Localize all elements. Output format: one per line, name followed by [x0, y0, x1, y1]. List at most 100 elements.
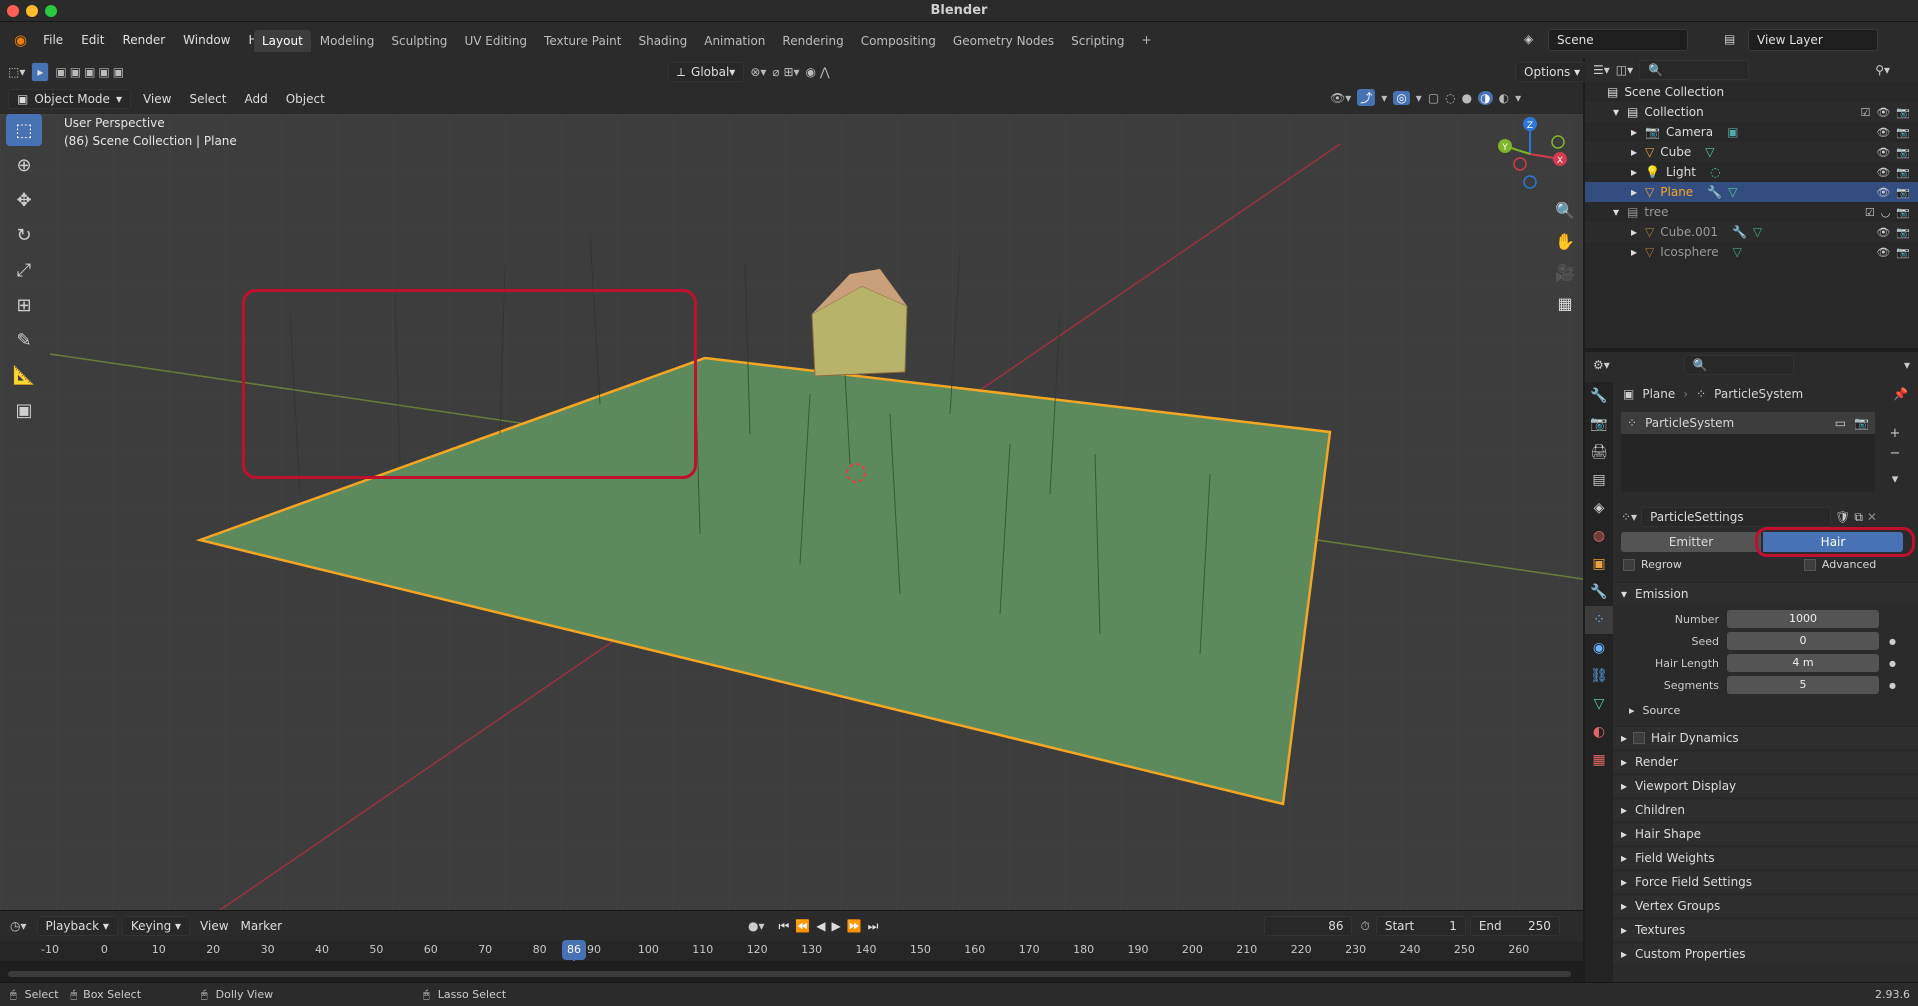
outliner-row-cube[interactable]: ▸ ▽ Cube ▽ 👁 📷 — [1585, 142, 1918, 162]
emission-panel-header[interactable]: ▾ Emission — [1613, 582, 1918, 604]
transform-orientation-dropdown[interactable]: ⟂ Global ▾ — [668, 62, 745, 82]
menu-window[interactable]: Window — [175, 30, 238, 50]
render-camera-icon[interactable]: 📷 — [1896, 206, 1910, 219]
annotate-tool-icon[interactable]: ✎ — [6, 324, 42, 356]
texture-tab-icon[interactable]: ▦ — [1585, 746, 1613, 774]
outliner-scene-collection[interactable]: ▤ Scene Collection — [1585, 82, 1918, 102]
tab-rendering[interactable]: Rendering — [774, 30, 851, 52]
outliner-search-input[interactable]: 🔍 — [1639, 60, 1750, 80]
eye-icon[interactable]: 👁 — [1876, 146, 1890, 159]
tab-modeling[interactable]: Modeling — [312, 30, 383, 52]
properties-editor-icon[interactable]: ⚙▾ — [1593, 358, 1610, 372]
render-camera-icon[interactable]: 📷 — [1896, 226, 1910, 239]
include-checkbox-icon[interactable]: ☑ — [1860, 106, 1870, 119]
particle-settings-name-field[interactable]: ParticleSettings — [1641, 507, 1832, 527]
gizmo-toggle-icon[interactable]: ⤴ — [1357, 89, 1376, 106]
eye-icon[interactable]: 👁 — [1876, 166, 1890, 179]
force-field-settings-panel[interactable]: ▸ Force Field Settings — [1613, 870, 1918, 892]
textures-panel[interactable]: ▸ Textures — [1613, 918, 1918, 940]
constraints-tab-icon[interactable]: ⛓ — [1585, 662, 1613, 690]
measure-tool-icon[interactable]: 📐 — [6, 359, 42, 391]
wireframe-shading-icon[interactable]: ◌ — [1445, 91, 1455, 105]
render-camera-icon[interactable]: 📷 — [1896, 166, 1910, 179]
render-camera-icon[interactable]: 📷 — [1896, 186, 1910, 199]
keyframe-dot-icon[interactable]: ● — [1889, 659, 1896, 668]
outliner-row-tree[interactable]: ▾ ▤ tree ☑ ◡ 📷 — [1585, 202, 1918, 222]
xray-icon[interactable]: ▢ — [1428, 91, 1439, 105]
selection-set-icon[interactable]: ▣▣▣▣▣ — [55, 65, 127, 79]
tab-compositing[interactable]: Compositing — [853, 30, 944, 52]
start-frame-field[interactable]: Start 1 — [1375, 916, 1466, 936]
camera-view-icon[interactable]: 🎥 — [1551, 258, 1579, 286]
children-panel[interactable]: ▸ Children — [1613, 798, 1918, 820]
segments-field[interactable]: 5 — [1727, 676, 1879, 694]
scale-tool-icon[interactable]: ⤢ — [6, 254, 42, 286]
eye-icon[interactable]: 👁 — [1876, 186, 1890, 199]
proportional-edit-icon[interactable]: ◉ ⋀ — [806, 65, 830, 79]
tab-uv-editing[interactable]: UV Editing — [456, 30, 535, 52]
object-menu[interactable]: Object — [280, 90, 331, 108]
outliner-row-light[interactable]: ▸ 💡 Light ◌ 👁 📷 — [1585, 162, 1918, 182]
eye-icon[interactable]: 👁 — [1876, 226, 1890, 239]
keyframe-dot-icon[interactable]: ● — [1889, 681, 1896, 690]
material-shading-icon[interactable]: ◑ — [1478, 90, 1493, 105]
rendered-shading-icon[interactable]: ◐ — [1499, 91, 1509, 105]
pan-hand-icon[interactable]: ✋ — [1551, 227, 1579, 255]
add-workspace-icon[interactable]: + — [1134, 30, 1160, 52]
seed-field[interactable]: 0 — [1727, 632, 1879, 650]
move-tool-icon[interactable]: ✥ — [6, 184, 42, 216]
keying-menu[interactable]: Keying ▾ — [121, 916, 191, 936]
view-menu[interactable]: View — [137, 90, 177, 108]
select-menu[interactable]: Select — [183, 90, 232, 108]
field-weights-panel[interactable]: ▸ Field Weights — [1613, 846, 1918, 868]
particle-system-list[interactable]: ⁘ ParticleSystem ▭ 📷 — [1621, 412, 1875, 492]
outliner-editor-icon[interactable]: ☰▾ — [1593, 63, 1610, 77]
visibility-icon[interactable]: 👁▾ — [1330, 91, 1351, 105]
3d-viewport[interactable]: User Perspective (86) Scene Collection |… — [0, 114, 1583, 910]
filter-icon[interactable]: ⚲▾ — [1875, 63, 1890, 77]
cursor-tool-icon[interactable]: ⊕ — [6, 149, 42, 181]
add-cube-tool-icon[interactable]: ▣ — [6, 394, 42, 426]
render-icon[interactable]: 📷 — [1854, 416, 1869, 430]
viewport-display-icon[interactable]: ▭ — [1835, 416, 1846, 430]
scene-icon[interactable]: ◈ — [1524, 32, 1533, 46]
vertex-groups-panel[interactable]: ▸ Vertex Groups — [1613, 894, 1918, 916]
tab-layout[interactable]: Layout — [254, 30, 311, 52]
pivot-icon[interactable]: ⊗▾ — [750, 65, 766, 79]
outliner-row-plane[interactable]: ▸ ▽ Plane 🔧 ▽ 👁 📷 — [1585, 182, 1918, 202]
playback-controls[interactable]: ⏮⏪◀▶⏩⏭ — [779, 919, 885, 934]
marker-menu[interactable]: Marker — [235, 917, 288, 935]
render-camera-icon[interactable]: 📷 — [1896, 146, 1910, 159]
advanced-checkbox[interactable] — [1803, 558, 1816, 571]
scene-tab-icon[interactable]: ◈ — [1585, 494, 1613, 522]
rotate-tool-icon[interactable]: ↻ — [6, 219, 42, 251]
solid-shading-icon[interactable]: ● — [1462, 91, 1472, 105]
world-tab-icon[interactable]: ◍ — [1585, 522, 1613, 550]
hair-shape-panel[interactable]: ▸ Hair Shape — [1613, 822, 1918, 844]
include-checkbox-icon[interactable]: ☑ — [1865, 206, 1875, 219]
tab-geometry-nodes[interactable]: Geometry Nodes — [945, 30, 1062, 52]
navigation-gizmo[interactable]: Z X Y — [1490, 114, 1570, 194]
particles-tab-icon[interactable]: ⁘ — [1585, 606, 1613, 634]
timeline-ruler[interactable]: -10 0 10 20 30 40 50 60 70 80 90 100 110 120 130 140 150… — [0, 941, 1583, 961]
pin-icon[interactable]: 📌 — [1893, 387, 1908, 401]
add-menu[interactable]: Add — [238, 90, 273, 108]
perspective-toggle-icon[interactable]: ▦ — [1551, 289, 1579, 317]
outliner-row-collection[interactable]: ▾ ▤ Collection ☑ 👁 📷 — [1585, 102, 1918, 122]
menu-file[interactable]: File — [35, 30, 71, 50]
preview-range-icon[interactable]: ⏱ — [1360, 919, 1369, 934]
list-menu-icon[interactable]: ▾ — [1885, 470, 1905, 490]
hair-length-field[interactable]: 4 m — [1727, 654, 1879, 672]
outliner-row-icosphere[interactable]: ▸ ▽ Icosphere ▽ 👁 📷 — [1585, 242, 1918, 262]
render-camera-icon[interactable]: 📷 — [1896, 126, 1910, 139]
eye-icon[interactable]: 👁 — [1876, 126, 1890, 139]
data-tab-icon[interactable]: ▽ — [1585, 690, 1613, 718]
timeline-view-menu[interactable]: View — [194, 917, 234, 935]
unlink-icon[interactable]: ✕ — [1867, 510, 1877, 524]
view-layer-icon[interactable]: ▤ — [1724, 32, 1735, 46]
eye-closed-icon[interactable]: ◡ — [1881, 206, 1891, 219]
tab-sculpting[interactable]: Sculpting — [383, 30, 455, 52]
physics-tab-icon[interactable]: ◉ — [1585, 634, 1613, 662]
output-tab-icon[interactable]: 🖨 — [1585, 438, 1613, 466]
emitter-type-button[interactable]: Emitter — [1621, 532, 1761, 552]
